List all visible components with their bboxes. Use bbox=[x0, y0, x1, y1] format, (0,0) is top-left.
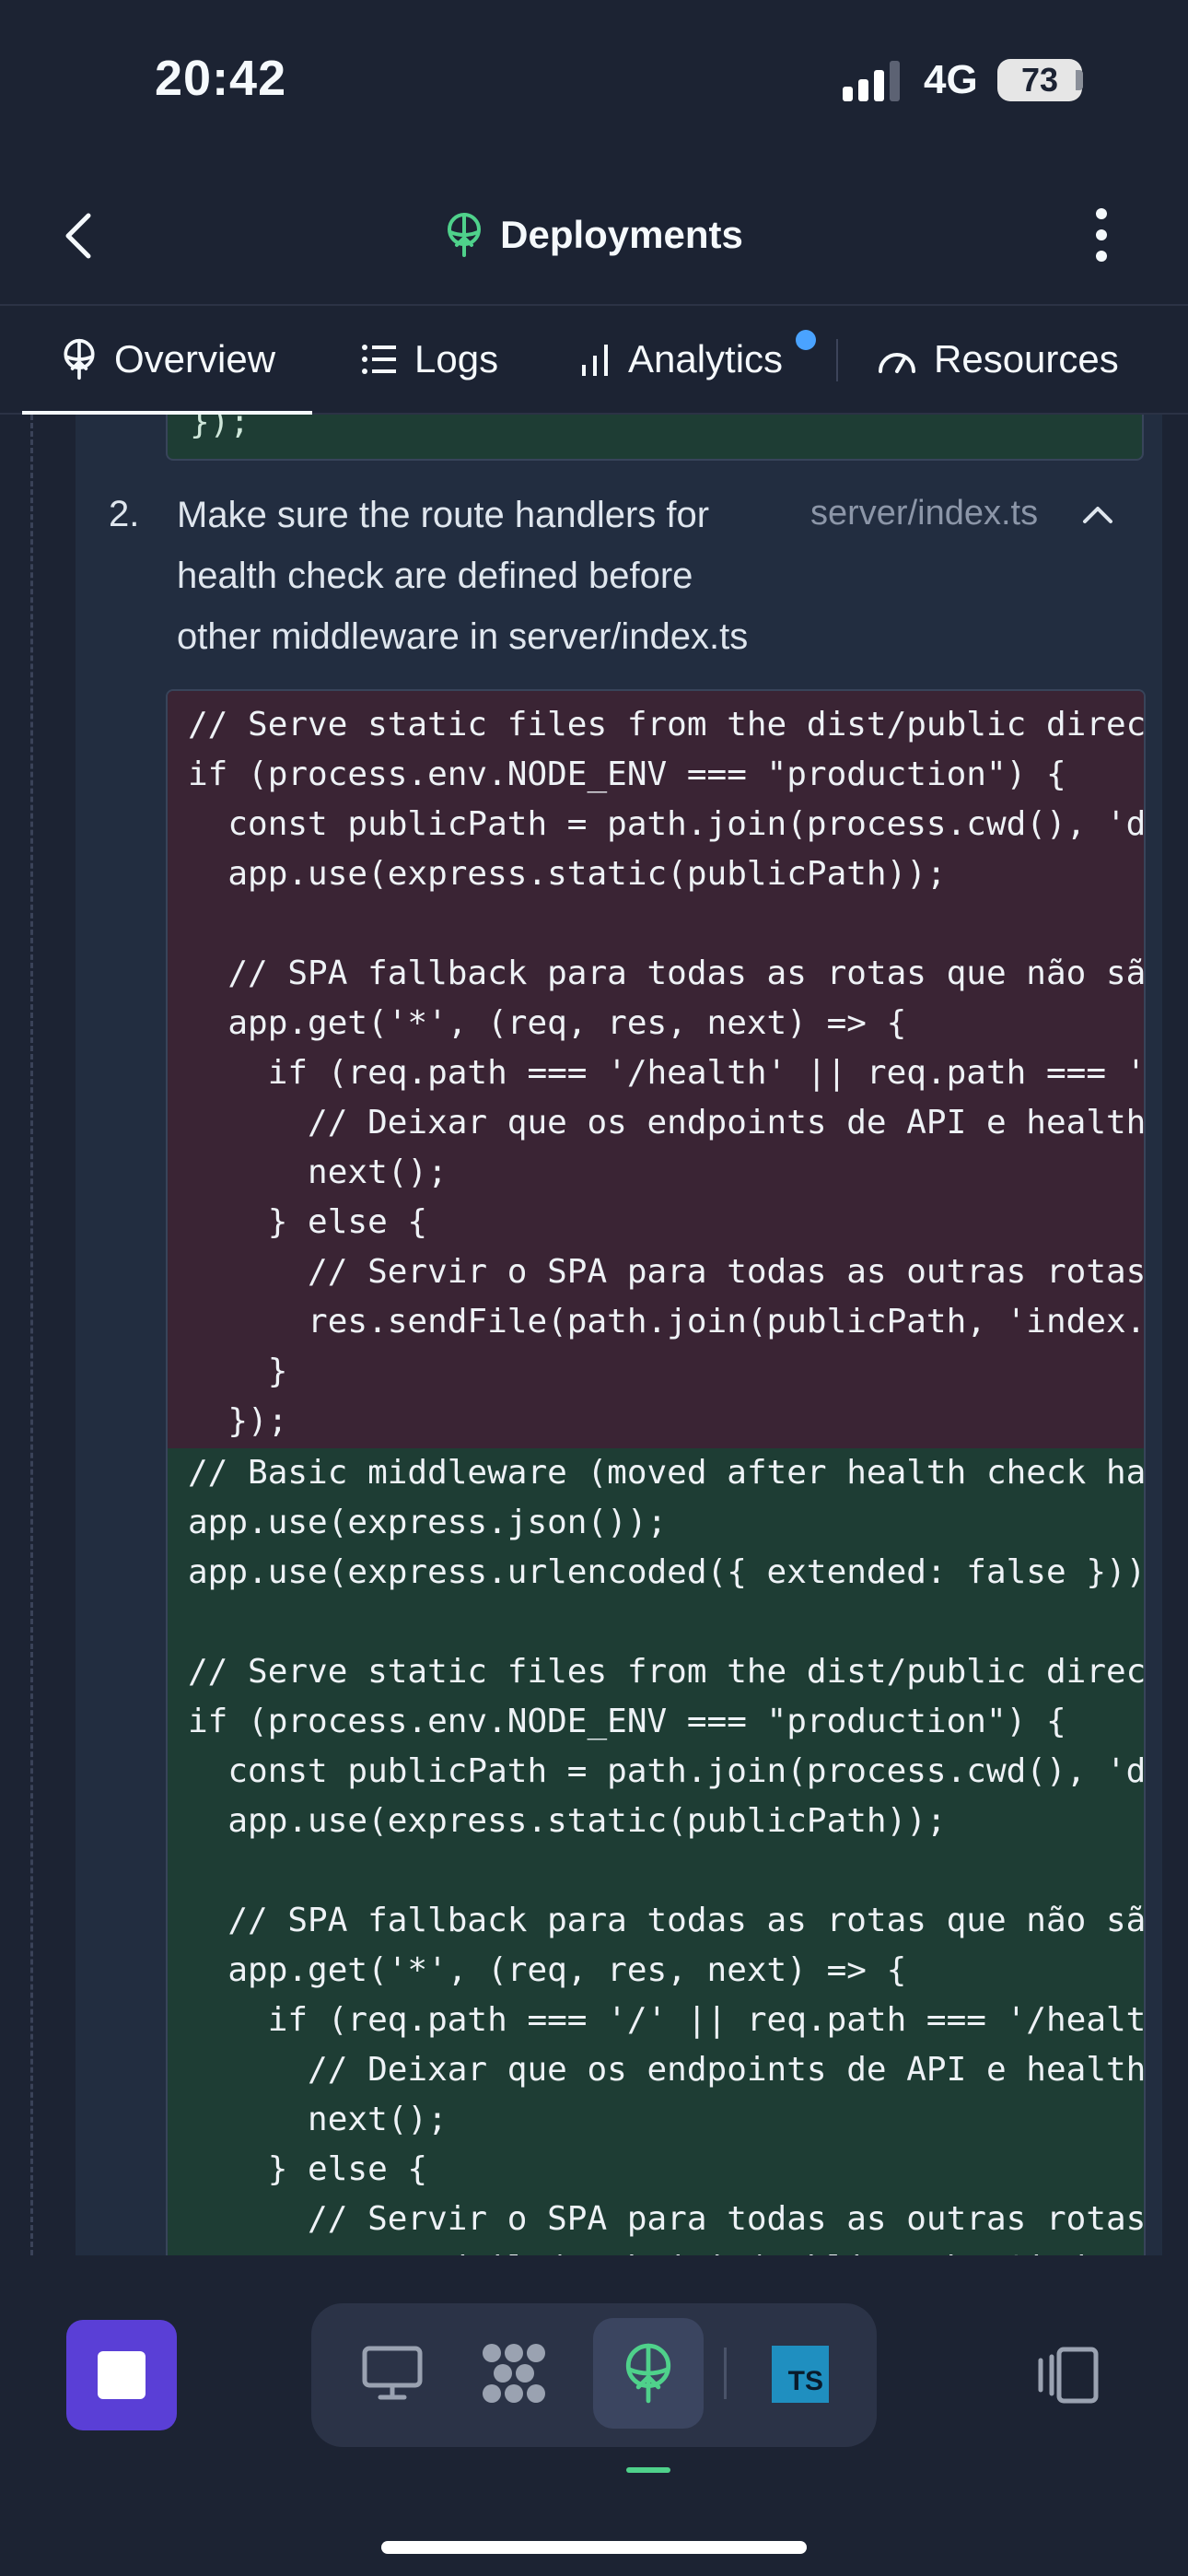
previous-code-block: }); bbox=[166, 415, 1144, 461]
tab-label: Overview bbox=[114, 337, 276, 381]
deployments-tool[interactable] bbox=[593, 2318, 704, 2429]
chevron-up-icon[interactable] bbox=[1079, 501, 1116, 527]
battery-level: 73 bbox=[1020, 61, 1059, 99]
tab-analytics[interactable]: Analytics bbox=[580, 306, 783, 413]
code-line: app.get('*', (req, res, next) => { bbox=[188, 1951, 907, 1989]
tool-divider bbox=[724, 2348, 727, 2399]
code-line: const publicPath = path.join(process.cwd… bbox=[188, 1752, 1144, 1790]
stop-button[interactable] bbox=[66, 2320, 177, 2430]
code-line: if (process.env.NODE_ENV === "production… bbox=[188, 755, 1066, 793]
tab-label: Resources bbox=[934, 337, 1119, 381]
code-line: } else { bbox=[188, 1203, 428, 1241]
code-line: app.use(express.static(publicPath)); bbox=[188, 1802, 947, 1840]
code-line: if (process.env.NODE_ENV === "production… bbox=[188, 1703, 1066, 1740]
app-header: Deployments bbox=[0, 166, 1188, 306]
code-line: }); bbox=[188, 1402, 288, 1440]
home-indicator[interactable] bbox=[381, 2541, 807, 2554]
tab-overview[interactable]: Overview bbox=[21, 306, 313, 415]
code-line: // Serve static files from the dist/publ… bbox=[188, 1653, 1144, 1691]
code-line: // Deixar que os endpoints de API e heal… bbox=[188, 2051, 1144, 2089]
code-line: app.use(express.static(publicPath)); bbox=[188, 855, 947, 893]
timeline-line bbox=[30, 415, 33, 2255]
tab-label: Logs bbox=[414, 337, 499, 381]
code-line: // Basic middleware (moved after health … bbox=[188, 1454, 1144, 1492]
deployment-content[interactable]: }); 2. Make sure the route handlers for … bbox=[0, 415, 1188, 2255]
typescript-icon[interactable]: TS bbox=[772, 2346, 829, 2403]
code-line: // Serve static files from the dist/publ… bbox=[188, 706, 1144, 744]
tool-switcher: TS bbox=[311, 2303, 877, 2447]
code-line: app.get('*', (req, res, next) => { bbox=[188, 1004, 907, 1042]
tab-logs[interactable]: Logs bbox=[361, 306, 498, 413]
devices-icon[interactable] bbox=[1033, 2346, 1100, 2405]
bar-chart-icon bbox=[582, 345, 608, 376]
extensions-icon bbox=[483, 2344, 545, 2403]
step-number: 2. bbox=[109, 494, 140, 534]
list-icon bbox=[362, 345, 396, 374]
desktop-icon bbox=[362, 2346, 423, 2400]
code-line: }); bbox=[190, 415, 250, 441]
code-line: next(); bbox=[188, 2101, 448, 2138]
notification-dot bbox=[796, 330, 816, 350]
code-line: // Deixar que os endpoints de API e heal… bbox=[188, 1104, 1144, 1142]
desktop-tool[interactable] bbox=[337, 2318, 448, 2429]
deployment-icon bbox=[448, 213, 482, 257]
network-type: 4G bbox=[924, 57, 978, 102]
battery-tip bbox=[1076, 70, 1083, 90]
status-time: 20:42 bbox=[155, 51, 287, 106]
tab-resources[interactable]: Resources bbox=[877, 306, 1119, 413]
added-lines: // Basic middleware (moved after health … bbox=[168, 1448, 1144, 2255]
code-line: next(); bbox=[188, 1153, 448, 1191]
extensions-tool[interactable] bbox=[459, 2318, 569, 2429]
signal-icon bbox=[843, 61, 900, 101]
deployment-icon bbox=[625, 2343, 671, 2404]
code-line: res.sendFile(path.join(publicPath, 'inde… bbox=[168, 2244, 1144, 2255]
code-line: // SPA fallback para todas as rotas que … bbox=[188, 954, 1144, 992]
deployment-icon bbox=[64, 338, 95, 381]
code-line: app.use(express.urlencoded({ extended: f… bbox=[188, 1553, 1144, 1591]
code-line: } else { bbox=[188, 2150, 428, 2188]
page-title-wrap: Deployments bbox=[0, 166, 1188, 304]
active-tool-indicator bbox=[626, 2467, 670, 2473]
code-line: // Servir o SPA para todas as outras rot… bbox=[188, 1253, 1144, 1291]
code-line: res.sendFile(path.join(publicPath, 'inde… bbox=[188, 1303, 1144, 1341]
code-line: const publicPath = path.join(process.cwd… bbox=[188, 805, 1144, 843]
code-line: // Servir o SPA para todas as outras rot… bbox=[188, 2200, 1144, 2238]
status-bar: 20:42 4G 73 bbox=[0, 0, 1188, 166]
tab-divider bbox=[836, 339, 838, 381]
tab-bar: Overview Logs Analytics Resources bbox=[0, 306, 1188, 415]
code-line: app.use(express.json()); bbox=[188, 1504, 668, 1541]
code-line: // SPA fallback para todas as rotas que … bbox=[188, 1902, 1144, 1939]
gauge-icon bbox=[879, 353, 915, 373]
page-title: Deployments bbox=[500, 213, 743, 256]
code-line: if (req.path === '/' || req.path === '/h… bbox=[188, 2001, 1144, 2039]
code-diff[interactable]: // Serve static files from the dist/publ… bbox=[166, 689, 1146, 2255]
code-line: if (req.path === '/health' || req.path =… bbox=[188, 1054, 1144, 1092]
stop-icon bbox=[98, 2351, 146, 2399]
file-path[interactable]: server/index.ts bbox=[810, 494, 1038, 533]
code-line: } bbox=[188, 1352, 288, 1390]
step-description: Make sure the route handlers for health … bbox=[177, 495, 749, 657]
more-options-icon[interactable] bbox=[1083, 203, 1120, 267]
tab-label: Analytics bbox=[628, 337, 784, 381]
removed-lines: // Serve static files from the dist/publ… bbox=[168, 691, 1144, 1448]
battery-icon: 73 bbox=[997, 59, 1082, 101]
